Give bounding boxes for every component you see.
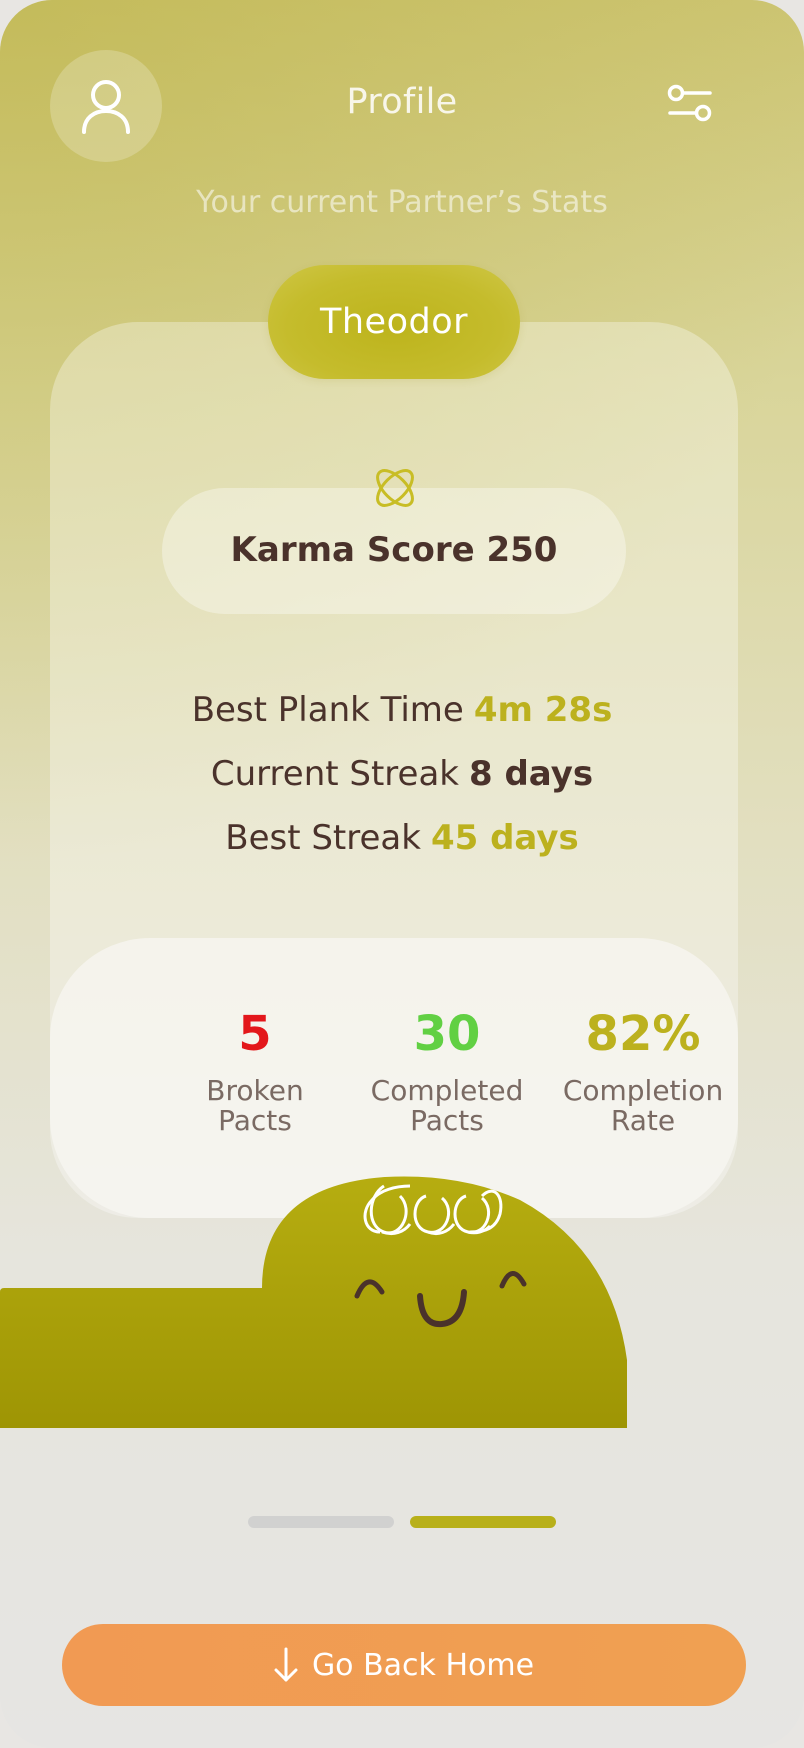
profile-screen: Profile Your current Partner’s Stats The…	[0, 0, 804, 1748]
stat-label: Best Streak	[225, 818, 421, 858]
sliders-icon	[667, 84, 712, 122]
counter-label: Broken Pacts	[206, 1074, 304, 1137]
stat-label: Best Plank Time	[191, 690, 464, 730]
settings-button[interactable]	[660, 76, 720, 136]
pager-dot-1[interactable]	[248, 1516, 394, 1528]
partner-stats-subtitle: Your current Partner’s Stats	[196, 185, 608, 220]
go-back-home-button[interactable]: Go Back Home	[62, 1624, 746, 1706]
counter-value: 82%	[585, 1006, 701, 1062]
stat-best-streak: Best Streak 45 days	[0, 818, 804, 858]
stat-value: 45 days	[430, 818, 579, 858]
karma-score-label: Karma Score 250	[230, 530, 558, 570]
stat-value: 4m 28s	[473, 690, 613, 730]
mascot-illustration	[0, 1176, 627, 1428]
pager-dot-2-active[interactable]	[410, 1516, 556, 1528]
counter-value: 30	[413, 1006, 481, 1062]
go-back-home-label: Go Back Home	[311, 1647, 535, 1683]
counter-label: Completion Rate	[562, 1074, 724, 1137]
stat-current-streak: Current Streak 8 days	[0, 754, 804, 794]
stat-best-plank-time: Best Plank Time 4m 28s	[0, 690, 804, 730]
stat-value: 8 days	[468, 754, 594, 794]
stat-label: Current Streak	[210, 754, 459, 794]
arrow-down-icon	[274, 1647, 298, 1683]
partner-name-badge: Theodor	[268, 265, 520, 379]
atom-icon	[376, 469, 414, 507]
counter-label: Completed Pacts	[370, 1074, 524, 1137]
counter-value: 5	[238, 1006, 272, 1062]
